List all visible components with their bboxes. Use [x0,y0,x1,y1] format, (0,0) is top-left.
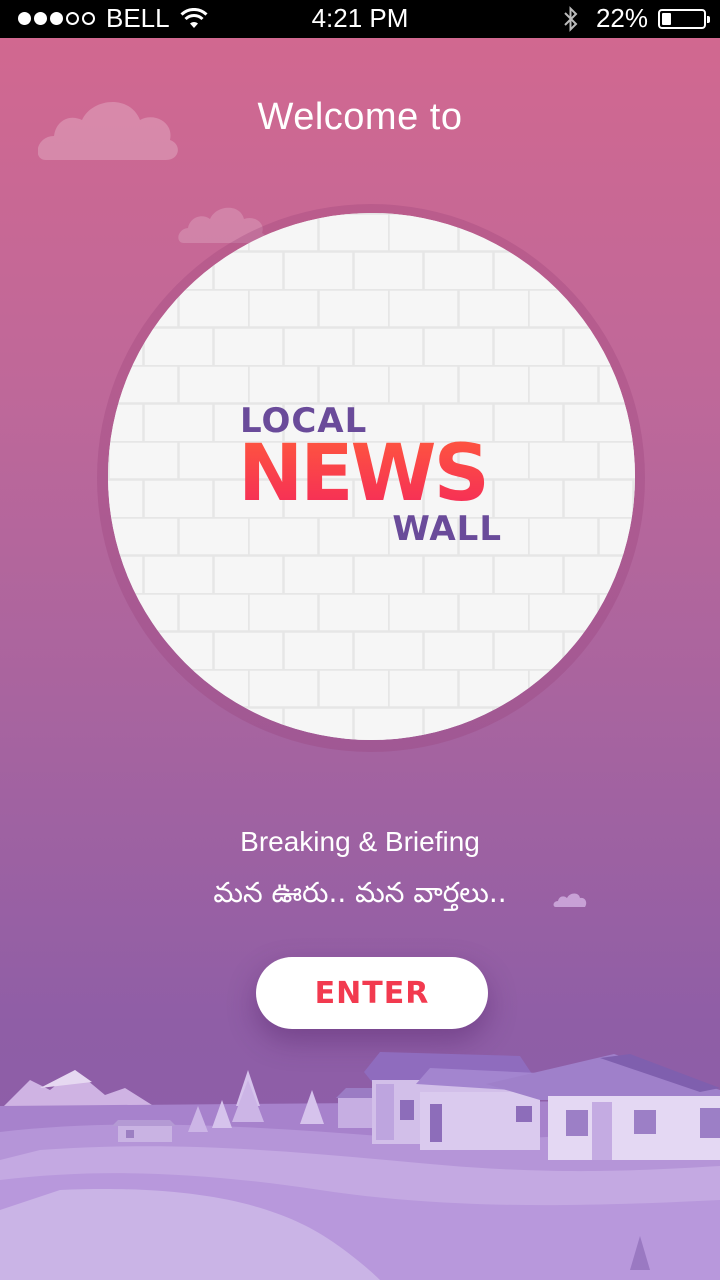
carrier-name: BELL [106,3,170,33]
welcome-heading: Welcome to [257,96,463,138]
logo-text-wall: WALL [392,509,502,549]
bluetooth-icon [564,5,578,32]
status-right: 22% [562,3,710,34]
tagline-english: Breaking & Briefing [240,826,480,857]
tagline-telugu: మన ఊరు.. మన వార్తలు.. [213,876,507,909]
battery-icon [658,8,710,29]
village-landscape-illustration [0,1052,720,1280]
battery-level [662,12,671,25]
enter-button[interactable]: ENTER [256,957,488,1029]
splash-screen: BELL 4:21 PM 22% Welcome to LOCAL NEWS W… [0,0,720,1280]
battery-percentage: 22% [595,3,648,33]
app-logo: LOCAL NEWS WALL [238,401,502,551]
status-bar: BELL 4:21 PM 22% [0,0,720,38]
wifi-icon [180,7,208,28]
logo-badge: LOCAL NEWS WALL [108,213,635,740]
signal-strength-icon [18,12,98,25]
logo-text-news: NEWS [238,429,490,519]
status-left: BELL [18,3,208,34]
